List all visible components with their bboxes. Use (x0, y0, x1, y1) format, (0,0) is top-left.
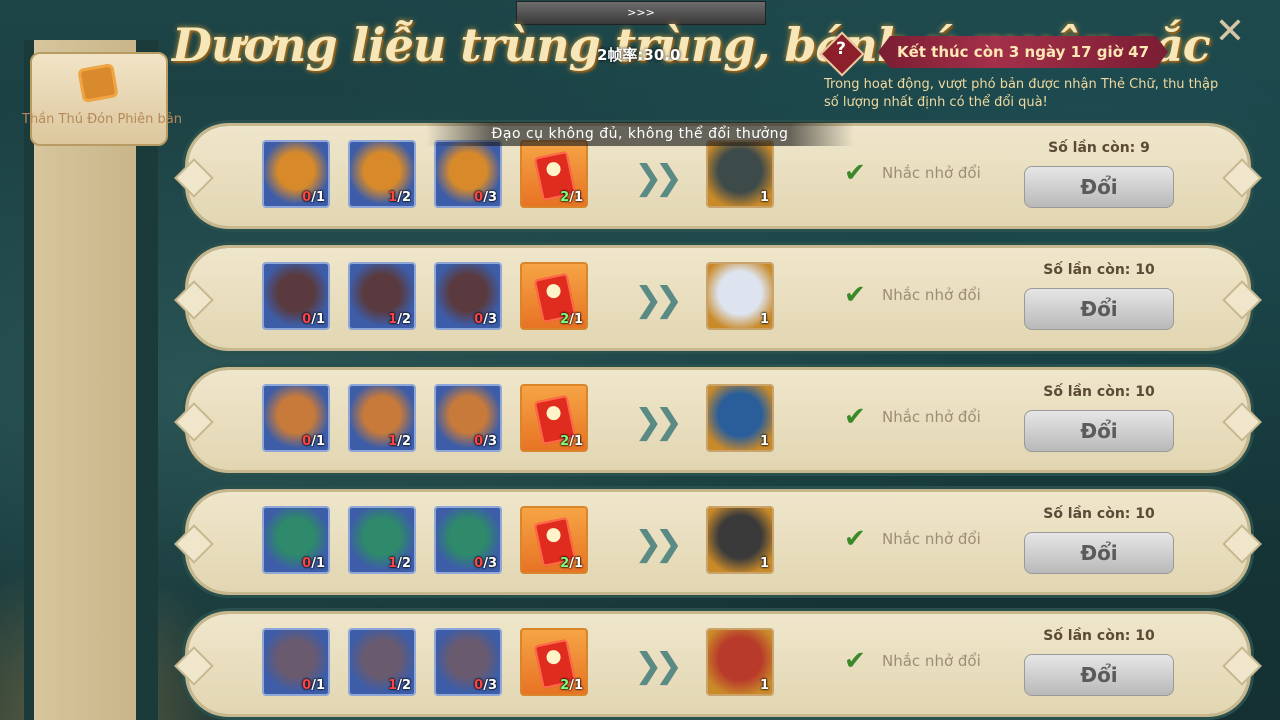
remaining-count: Số lần còn: 10 (1043, 384, 1155, 400)
word-card-slot[interactable]: 2/1 (520, 262, 588, 330)
double-arrow-icon: ❯❯ (634, 646, 683, 686)
material-item-slot[interactable]: 0/1 (262, 384, 330, 452)
material-item-slot[interactable]: 0/1 (262, 506, 330, 574)
double-arrow-icon: ❯❯ (634, 280, 683, 320)
word-card-slot[interactable]: 2/1 (520, 628, 588, 696)
double-arrow-icon: ❯❯ (634, 402, 683, 442)
notice-toast: Đạo cụ không đủ, không thể đổi thưởng (426, 122, 854, 146)
remind-label: Nhắc nhở đổi (882, 164, 981, 182)
remind-checkbox[interactable]: ✔ (844, 646, 866, 676)
material-item-slot[interactable]: 0/1 (262, 262, 330, 330)
material-count: 1/2 (388, 434, 411, 449)
material-count: 1/2 (388, 312, 411, 327)
remind-label: Nhắc nhở đổi (882, 286, 981, 304)
material-item-slot[interactable]: 0/3 (434, 140, 502, 208)
material-item-slot[interactable]: 0/3 (434, 262, 502, 330)
help-icon-label: ? (836, 39, 846, 59)
material-item-slot[interactable]: 0/3 (434, 506, 502, 574)
material-item-slot[interactable]: 0/1 (262, 140, 330, 208)
side-tab-divine-beast[interactable]: Thần Thú Đón Phiên bản (22, 52, 182, 146)
reward-item-slot[interactable]: 1 (706, 506, 774, 574)
reward-item-slot[interactable]: 1 (706, 262, 774, 330)
word-card-slot[interactable]: 2/1 (520, 140, 588, 208)
remind-checkbox[interactable]: ✔ (844, 158, 866, 188)
material-count: 1/2 (388, 678, 411, 693)
reward-item-slot[interactable]: 1 (706, 628, 774, 696)
word-card-slot[interactable]: 2/1 (520, 506, 588, 574)
exchange-button[interactable]: Đổi (1024, 410, 1174, 452)
material-count: 0/3 (474, 190, 497, 205)
material-item-slot[interactable]: 0/1 (262, 628, 330, 696)
material-item-slot[interactable]: 1/2 (348, 628, 416, 696)
remaining-count: Số lần còn: 10 (1043, 262, 1155, 278)
reward-item-slot[interactable]: 1 (706, 384, 774, 452)
remind-checkbox[interactable]: ✔ (844, 524, 866, 554)
exchange-button[interactable]: Đổi (1024, 654, 1174, 696)
material-item-slot[interactable]: 1/2 (348, 140, 416, 208)
material-count: 0/3 (474, 434, 497, 449)
reward-count: 1 (759, 434, 769, 449)
word-card-slot[interactable]: 2/1 (520, 384, 588, 452)
fps-counter: 2帧率:30.0 (597, 46, 681, 64)
double-arrow-icon: ❯❯ (634, 158, 683, 198)
remind-label: Nhắc nhở đổi (882, 530, 981, 548)
remind-checkbox[interactable]: ✔ (844, 280, 866, 310)
card-count: 2/1 (560, 678, 583, 693)
material-count: 0/1 (302, 190, 325, 205)
exchange-row: 0/1 1/2 0/3 2/1 ❯❯ 1 ✔ Nhắc nhở đổi Số lần c… (188, 370, 1248, 470)
material-count: 1/2 (388, 190, 411, 205)
material-count: 0/1 (302, 556, 325, 571)
exchange-button[interactable]: Đổi (1024, 166, 1174, 208)
material-count: 1/2 (388, 556, 411, 571)
reward-count: 1 (759, 190, 769, 205)
exchange-button[interactable]: Đổi (1024, 288, 1174, 330)
material-item-slot[interactable]: 1/2 (348, 384, 416, 452)
reward-count: 1 (759, 312, 769, 327)
close-icon[interactable]: ✕ (1212, 14, 1248, 50)
material-item-slot[interactable]: 1/2 (348, 262, 416, 330)
material-item-slot[interactable]: 0/3 (434, 628, 502, 696)
exchange-row: 0/1 1/2 0/3 2/1 ❯❯ 1 ✔ Nhắc nhở đổi Số lần c… (188, 614, 1248, 714)
reward-count: 1 (759, 678, 769, 693)
card-count: 2/1 (560, 312, 583, 327)
remaining-count: Số lần còn: 9 (1048, 140, 1150, 156)
card-count: 2/1 (560, 434, 583, 449)
remind-label: Nhắc nhở đổi (882, 408, 981, 426)
exchange-button[interactable]: Đổi (1024, 532, 1174, 574)
remind-label: Nhắc nhở đổi (882, 652, 981, 670)
material-count: 0/1 (302, 312, 325, 327)
double-arrow-icon: ❯❯ (634, 524, 683, 564)
puzzle-icon (77, 63, 119, 103)
material-count: 0/3 (474, 556, 497, 571)
card-count: 2/1 (560, 190, 583, 205)
material-count: 0/1 (302, 434, 325, 449)
exchange-row: 0/1 1/2 0/3 2/1 ❯❯ 1 ✔ Nhắc nhở đổi Số lần c… (188, 248, 1248, 348)
event-timer: Kết thúc còn 3 ngày 17 giờ 47 phút (878, 36, 1168, 68)
reward-count: 1 (759, 556, 769, 571)
remaining-count: Số lần còn: 10 (1043, 506, 1155, 522)
material-count: 0/3 (474, 678, 497, 693)
event-title: Dương liễu trùng trùng, bánh ú muôn sắc (172, 18, 1211, 72)
remaining-count: Số lần còn: 10 (1043, 628, 1155, 644)
exchange-row: 0/1 1/2 0/3 2/1 ❯❯ 1 ✔ Nhắc nhở đổi Số lần c… (188, 492, 1248, 592)
material-item-slot[interactable]: 0/3 (434, 384, 502, 452)
remind-checkbox[interactable]: ✔ (844, 402, 866, 432)
material-count: 0/3 (474, 312, 497, 327)
material-item-slot[interactable]: 1/2 (348, 506, 416, 574)
event-description: Trong hoạt động, vượt phó bản được nhận … (824, 77, 1219, 110)
reward-item-slot[interactable]: 1 (706, 140, 774, 208)
material-count: 0/1 (302, 678, 325, 693)
side-tab-label: Thần Thú Đón Phiên bản (22, 112, 182, 127)
card-count: 2/1 (560, 556, 583, 571)
